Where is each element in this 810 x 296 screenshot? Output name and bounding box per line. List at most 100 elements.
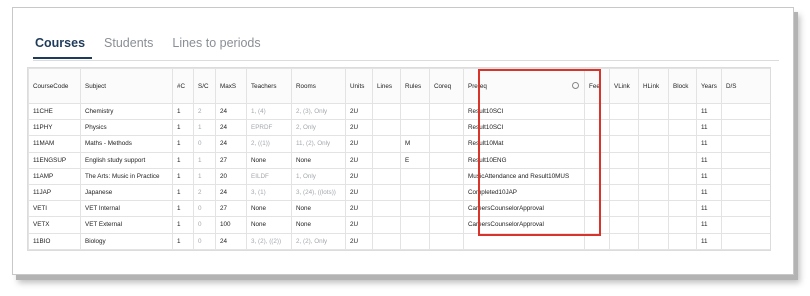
- column-header-years[interactable]: Years: [696, 68, 722, 104]
- table-row[interactable]: [28, 248, 770, 250]
- table-cell[interactable]: 1: [172, 151, 194, 169]
- table-cell[interactable]: 11MAM: [28, 135, 81, 153]
- table-cell[interactable]: 11: [696, 183, 722, 202]
- table-cell[interactable]: [80, 248, 173, 250]
- table-cell[interactable]: [668, 200, 697, 218]
- table-cell[interactable]: [372, 248, 401, 250]
- table-cell[interactable]: Biology: [80, 232, 173, 250]
- table-cell[interactable]: [400, 200, 430, 218]
- table-cell[interactable]: 1: [193, 167, 216, 185]
- table-cell[interactable]: 11: [696, 135, 722, 153]
- table-cell[interactable]: [215, 248, 247, 250]
- table-cell[interactable]: [429, 135, 464, 153]
- table-cell[interactable]: [668, 232, 697, 250]
- table-cell[interactable]: [28, 248, 81, 250]
- courses-table-container[interactable]: CourseCode Subject #C S/C MaxS Teachers Rooms U…: [27, 67, 771, 251]
- column-header-rooms[interactable]: Rooms: [291, 68, 346, 104]
- column-header-subject[interactable]: Subject: [80, 68, 173, 104]
- table-cell[interactable]: 11: [696, 200, 722, 218]
- table-cell[interactable]: [638, 151, 669, 169]
- table-cell[interactable]: [721, 183, 770, 202]
- table-cell[interactable]: [696, 248, 722, 250]
- table-cell[interactable]: [638, 135, 669, 153]
- table-cell[interactable]: [584, 119, 610, 137]
- table-row[interactable]: 11BIO Biology 1 0 24 3, (2), ((2)) 2, (2), Onl…: [28, 232, 770, 250]
- table-cell[interactable]: 2U: [345, 135, 373, 153]
- table-cell[interactable]: CareersCounselorApproval: [463, 216, 585, 234]
- table-cell[interactable]: [584, 183, 610, 202]
- table-cell[interactable]: [721, 200, 770, 218]
- table-cell[interactable]: VETI: [28, 200, 81, 218]
- table-cell[interactable]: 2U: [345, 167, 373, 185]
- table-row[interactable]: 11ENGSUP English study support 1 1 27 None Non…: [28, 151, 770, 169]
- table-cell[interactable]: Maths - Methods: [80, 135, 173, 153]
- table-cell[interactable]: [429, 151, 464, 169]
- column-header-fee[interactable]: Fee: [584, 68, 610, 104]
- table-cell[interactable]: None: [291, 200, 346, 218]
- table-cell[interactable]: [721, 102, 770, 121]
- table-cell[interactable]: 1: [193, 119, 216, 137]
- table-cell[interactable]: 1: [172, 232, 194, 250]
- table-cell[interactable]: [584, 151, 610, 169]
- table-cell[interactable]: Result10Mat: [463, 135, 585, 153]
- table-cell[interactable]: [609, 232, 639, 250]
- table-cell[interactable]: [372, 232, 401, 250]
- column-header-s-c[interactable]: S/C: [193, 68, 216, 104]
- table-cell[interactable]: 11JAP: [28, 183, 81, 202]
- column-header-lines[interactable]: Lines: [372, 68, 401, 104]
- table-cell[interactable]: 1, Only: [291, 167, 346, 185]
- table-cell[interactable]: 20: [215, 167, 247, 185]
- table-cell[interactable]: None: [291, 151, 346, 169]
- table-row[interactable]: 11PHY Physics 1 1 24 EPRDF 2, Only 2U Result10SC…: [28, 119, 770, 137]
- table-cell[interactable]: [400, 119, 430, 137]
- table-cell[interactable]: 11: [696, 167, 722, 185]
- table-cell[interactable]: 2, ((1)): [246, 135, 292, 153]
- table-cell[interactable]: [429, 248, 464, 250]
- table-cell[interactable]: [400, 167, 430, 185]
- table-cell[interactable]: [721, 119, 770, 137]
- table-cell[interactable]: 24: [215, 119, 247, 137]
- table-cell[interactable]: 11PHY: [28, 119, 81, 137]
- table-cell[interactable]: 1: [172, 119, 194, 137]
- column-header-block[interactable]: Block: [668, 68, 697, 104]
- table-cell[interactable]: 11: [696, 232, 722, 250]
- table-cell[interactable]: 11, (2), Only: [291, 135, 346, 153]
- table-cell[interactable]: 0: [193, 135, 216, 153]
- table-cell[interactable]: CareersCounselorApproval: [463, 200, 585, 218]
- table-cell[interactable]: 1: [172, 135, 194, 153]
- table-cell[interactable]: [429, 102, 464, 121]
- table-cell[interactable]: 11: [696, 216, 722, 234]
- table-cell[interactable]: [721, 151, 770, 169]
- table-cell[interactable]: The Arts: Music in Practice: [80, 167, 173, 185]
- table-cell[interactable]: [193, 248, 216, 250]
- table-cell[interactable]: M: [400, 135, 430, 153]
- table-cell[interactable]: MusicAttendance and Result10MUS: [463, 167, 585, 185]
- table-cell[interactable]: [668, 216, 697, 234]
- table-cell[interactable]: None: [246, 200, 292, 218]
- table-cell[interactable]: Result10ENG: [463, 151, 585, 169]
- table-cell[interactable]: [638, 248, 669, 250]
- table-cell[interactable]: 11: [696, 119, 722, 137]
- table-cell[interactable]: [400, 216, 430, 234]
- table-cell[interactable]: VET External: [80, 216, 173, 234]
- table-cell[interactable]: [609, 216, 639, 234]
- table-row[interactable]: 11MAM Maths - Methods 1 0 24 2, ((1)) 11, (2),…: [28, 135, 770, 153]
- tab-courses[interactable]: Courses: [33, 33, 93, 59]
- table-cell[interactable]: [429, 183, 464, 202]
- table-cell[interactable]: 11CHE: [28, 102, 81, 121]
- table-cell[interactable]: 2U: [345, 183, 373, 202]
- table-cell[interactable]: VET Internal: [80, 200, 173, 218]
- table-cell[interactable]: EPRDF: [246, 119, 292, 137]
- table-cell[interactable]: [291, 248, 346, 250]
- table-cell[interactable]: English study support: [80, 151, 173, 169]
- table-cell[interactable]: 1: [172, 216, 194, 234]
- table-cell[interactable]: Chemistry: [80, 102, 173, 121]
- table-cell[interactable]: [721, 167, 770, 185]
- table-cell[interactable]: [429, 232, 464, 250]
- table-cell[interactable]: [638, 119, 669, 137]
- table-cell[interactable]: 24: [215, 135, 247, 153]
- table-cell[interactable]: [721, 216, 770, 234]
- table-row[interactable]: 11AMP The Arts: Music in Practice 1 1 20 EILD…: [28, 167, 770, 185]
- table-cell[interactable]: 2: [193, 183, 216, 202]
- table-cell[interactable]: Japanese: [80, 183, 173, 202]
